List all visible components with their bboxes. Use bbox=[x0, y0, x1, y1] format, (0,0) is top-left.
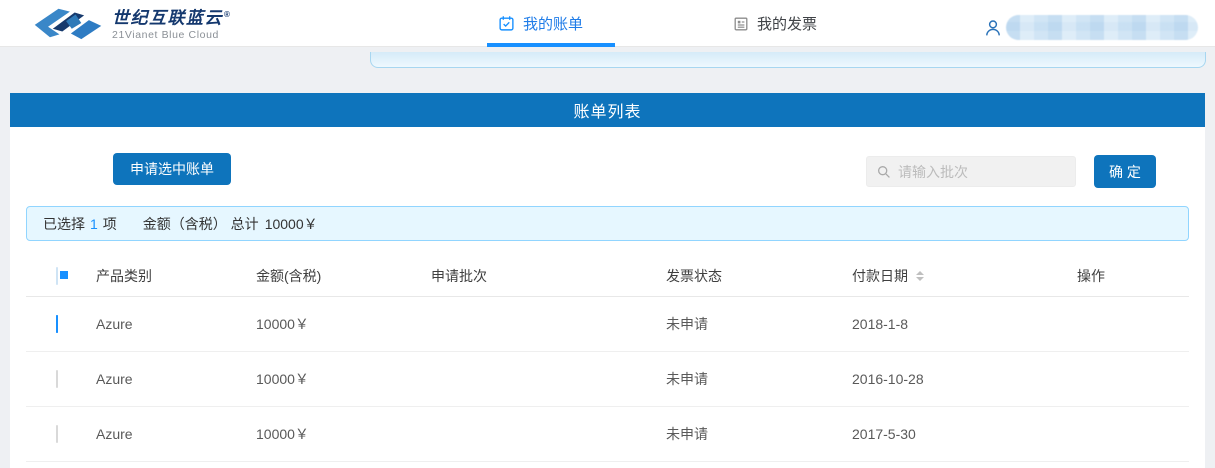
cell-date: 2018-1-8 bbox=[832, 316, 1057, 332]
section-title-bar: 账单列表 bbox=[10, 93, 1205, 127]
cell-status: 未申请 bbox=[646, 424, 832, 444]
truncated-notice-panel bbox=[370, 52, 1206, 68]
batch-search-box[interactable] bbox=[866, 156, 1076, 187]
row-checkbox[interactable] bbox=[56, 315, 58, 333]
selected-count: 1 bbox=[90, 216, 98, 232]
tab-my-bills-label: 我的账单 bbox=[523, 13, 583, 34]
logo-mark-icon bbox=[30, 4, 106, 42]
logo-cn-text: 世纪互联蓝云 bbox=[112, 9, 223, 28]
billing-page: 世纪互联蓝云® 21Vianet Blue Cloud 我的账单 我的发票 bbox=[0, 0, 1215, 468]
sort-icon[interactable] bbox=[916, 271, 924, 281]
invoice-icon bbox=[733, 16, 749, 32]
search-icon bbox=[877, 165, 891, 179]
user-account[interactable] bbox=[984, 15, 1198, 40]
person-icon bbox=[984, 19, 1002, 37]
col-header-amount: 金额(含税) bbox=[236, 266, 411, 286]
batch-search-input[interactable] bbox=[898, 164, 1058, 180]
col-header-batch: 申请批次 bbox=[411, 266, 646, 286]
cell-product: Azure bbox=[76, 371, 236, 387]
col-header-product: 产品类别 bbox=[76, 266, 236, 286]
tab-my-invoices[interactable]: 我的发票 bbox=[733, 13, 817, 34]
col-header-date: 付款日期 bbox=[832, 266, 1057, 286]
cell-amount: 10000￥ bbox=[236, 369, 411, 389]
summary-amount-label: 金额（含税） 总计 bbox=[143, 214, 259, 234]
row-checkbox[interactable] bbox=[56, 370, 58, 388]
company-logo: 世纪互联蓝云® 21Vianet Blue Cloud bbox=[30, 4, 231, 42]
summary-unit: 项 bbox=[103, 214, 117, 234]
summary-prefix: 已选择 bbox=[43, 214, 85, 234]
apply-selected-bills-button[interactable]: 申请选中账单 bbox=[113, 153, 231, 185]
cell-product: Azure bbox=[76, 316, 236, 332]
logo-en-text: 21Vianet Blue Cloud bbox=[112, 29, 231, 41]
cell-date: 2017-5-30 bbox=[832, 426, 1057, 442]
active-tab-underline bbox=[487, 43, 615, 47]
confirm-button[interactable]: 确 定 bbox=[1094, 155, 1156, 188]
cell-date: 2016-10-28 bbox=[832, 371, 1057, 387]
table-row: Azure 10000￥ 未申请 2018-1-8 bbox=[26, 297, 1189, 352]
table-row: Azure 10000￥ 未申请 2017-5-30 bbox=[26, 407, 1189, 462]
tab-my-invoices-label: 我的发票 bbox=[757, 13, 817, 34]
row-checkbox[interactable] bbox=[56, 425, 58, 443]
cell-status: 未申请 bbox=[646, 314, 832, 334]
selection-summary-bar: 已选择 1 项 金额（含税） 总计 10000￥ bbox=[26, 206, 1189, 241]
bills-table: 产品类别 金额(含税) 申请批次 发票状态 付款日期 操作 Azure 1000… bbox=[26, 255, 1189, 462]
top-navbar: 世纪互联蓝云® 21Vianet Blue Cloud 我的账单 我的发票 bbox=[0, 0, 1215, 47]
table-row: Azure 10000￥ 未申请 2016-10-28 bbox=[26, 352, 1189, 407]
select-all-checkbox[interactable] bbox=[56, 267, 58, 285]
col-header-action: 操作 bbox=[1057, 266, 1189, 286]
cell-amount: 10000￥ bbox=[236, 424, 411, 444]
cell-product: Azure bbox=[76, 426, 236, 442]
tab-my-bills[interactable]: 我的账单 bbox=[498, 13, 583, 34]
cell-amount: 10000￥ bbox=[236, 314, 411, 334]
billing-card: 申请选中账单 确 定 已选择 1 项 金额（含税） 总计 10000￥ 产品类别… bbox=[10, 127, 1205, 468]
username-redacted bbox=[1006, 15, 1198, 40]
logo-registered-mark: ® bbox=[224, 10, 231, 19]
logo-text: 世纪互联蓝云® 21Vianet Blue Cloud bbox=[112, 5, 231, 41]
page-title: 账单列表 bbox=[573, 98, 641, 122]
cell-status: 未申请 bbox=[646, 369, 832, 389]
col-header-date-label: 付款日期 bbox=[852, 266, 908, 286]
bill-calendar-icon bbox=[498, 15, 515, 32]
table-header-row: 产品类别 金额(含税) 申请批次 发票状态 付款日期 操作 bbox=[26, 255, 1189, 297]
col-header-status: 发票状态 bbox=[646, 266, 832, 286]
summary-amount-value: 10000￥ bbox=[265, 214, 318, 234]
